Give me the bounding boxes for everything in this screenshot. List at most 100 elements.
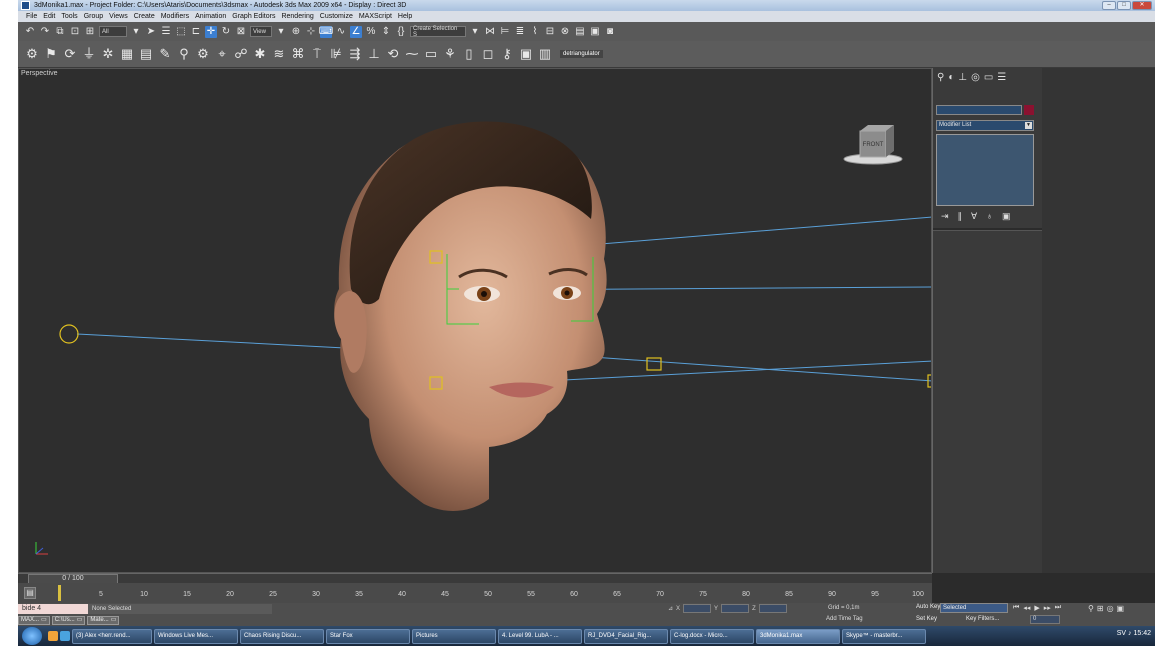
edit-named-selections-icon[interactable]: {} <box>395 26 407 38</box>
menu-tools[interactable]: Tools <box>61 13 77 20</box>
mirror-icon[interactable]: ⋈ <box>484 26 496 38</box>
ref-coord-dropdown[interactable]: View <box>250 26 272 37</box>
maximize-button[interactable]: □ <box>1117 1 1131 10</box>
close-button[interactable]: ✕ <box>1132 1 1152 10</box>
menu-rendering[interactable]: Rendering <box>281 13 313 20</box>
select-and-move-icon[interactable]: ✛ <box>205 25 217 38</box>
menu-customize[interactable]: Customize <box>320 13 353 20</box>
absolute-mode-icon[interactable]: ⊿ <box>668 605 673 612</box>
tool-icon-5[interactable]: ✲ <box>100 46 116 62</box>
menu-graph-editors[interactable]: Graph Editors <box>232 13 275 20</box>
select-and-scale-icon[interactable]: ⊠ <box>235 26 247 38</box>
tool-icon-25[interactable]: ◻ <box>480 46 496 62</box>
hierarchy-tab-icon[interactable]: ⊥ <box>958 72 967 83</box>
link-icon[interactable]: ⧉ <box>54 26 66 38</box>
volume-icon[interactable]: ♪ <box>1128 630 1132 637</box>
material-editor-icon[interactable]: ⊗ <box>559 26 571 38</box>
orbit-icon[interactable]: ◎ <box>1107 604 1114 613</box>
app-icon[interactable] <box>21 1 30 10</box>
open-mini-curve-editor-icon[interactable]: ▤ <box>24 587 36 599</box>
y-coord-field[interactable] <box>721 604 750 613</box>
key-selection-dropdown[interactable]: Selected <box>940 603 1008 613</box>
detriangulator-button[interactable]: detriangulator <box>560 50 603 58</box>
tool-icon-20[interactable]: ⟲ <box>385 46 401 62</box>
tool-icon-24[interactable]: ▯ <box>461 46 477 62</box>
tool-icon-21[interactable]: ⁓ <box>404 46 420 62</box>
tool-icon-27[interactable]: ▣ <box>518 46 534 62</box>
tool-icon-1[interactable]: ⚙ <box>24 46 40 62</box>
spinner-snap-icon[interactable]: ⇕ <box>380 26 392 38</box>
minimize-button[interactable]: – <box>1102 1 1116 10</box>
named-selection-dropdown[interactable]: Create Selection S <box>410 26 466 38</box>
angle-snap-icon[interactable]: ∠ <box>350 25 362 38</box>
pivot-center-icon[interactable]: ⊕ <box>290 26 302 38</box>
dropdown-arrow-icon[interactable]: ▾ <box>469 26 481 38</box>
taskbar-button[interactable]: Windows Live Mes... <box>154 628 238 644</box>
tool-icon-12[interactable]: ☍ <box>233 46 249 62</box>
taskbar-button[interactable]: RJ_DVD4_Facial_Rig... <box>584 628 668 644</box>
redo-icon[interactable]: ↷ <box>39 26 51 38</box>
restore-icon[interactable]: ▭ <box>111 617 117 624</box>
configure-sets-icon[interactable]: ▣ <box>1002 211 1011 222</box>
select-by-name-icon[interactable]: ☰ <box>160 26 172 38</box>
x-coord-field[interactable] <box>683 604 712 613</box>
unlink-icon[interactable]: ⊡ <box>69 26 81 38</box>
zoom-icon[interactable]: ⚲ <box>1088 604 1094 613</box>
go-to-end-icon[interactable]: ⏭ <box>1055 604 1061 612</box>
add-time-tag-button[interactable]: Add Time Tag <box>826 616 863 622</box>
viewcube[interactable]: FRONT <box>842 123 904 167</box>
tool-icon-6[interactable]: ▦ <box>119 46 135 62</box>
rendered-frame-window-icon[interactable]: ▣ <box>589 26 601 38</box>
go-to-start-icon[interactable]: ⏮ <box>1013 604 1019 612</box>
tool-icon-28[interactable]: ▥ <box>537 46 553 62</box>
pin-stack-icon[interactable]: ⇥ <box>941 211 949 222</box>
tool-icon-19[interactable]: ⊥ <box>366 46 382 62</box>
create-tab-icon[interactable]: ⚲ <box>937 72 944 83</box>
dropdown-arrow-icon[interactable]: ▾ <box>130 26 142 38</box>
start-button[interactable] <box>22 627 42 645</box>
language-indicator[interactable]: SV <box>1117 630 1126 637</box>
layer-manager-icon[interactable]: ≣ <box>514 26 526 38</box>
window-crossing-icon[interactable]: ⊏ <box>190 26 202 38</box>
tool-icon-8[interactable]: ✎ <box>157 46 173 62</box>
tool-icon-13[interactable]: ✱ <box>252 46 268 62</box>
previous-frame-icon[interactable]: ◂◂ <box>1023 604 1030 612</box>
menu-edit[interactable]: Edit <box>43 13 55 20</box>
z-coord-field[interactable] <box>758 604 787 613</box>
clock[interactable]: 15:42 <box>1133 630 1151 637</box>
display-tab-icon[interactable]: ▭ <box>984 72 993 83</box>
modifier-stack[interactable] <box>936 134 1034 206</box>
taskbar-button[interactable]: Star Fox <box>326 628 410 644</box>
tool-icon-11[interactable]: ⌖ <box>214 46 230 62</box>
restore-icon[interactable]: ▭ <box>77 617 83 624</box>
tool-icon-10[interactable]: ⚙ <box>195 46 211 62</box>
zoom-all-icon[interactable]: ⊞ <box>1097 604 1104 613</box>
rectangular-selection-icon[interactable]: ⬚ <box>175 26 187 38</box>
current-frame-field[interactable]: 0 <box>1030 615 1060 624</box>
tool-icon-7[interactable]: ▤ <box>138 46 154 62</box>
schematic-view-icon[interactable]: ⊟ <box>544 26 556 38</box>
tool-icon-4[interactable]: ⏚ <box>81 46 97 62</box>
taskbar-button[interactable]: (3) Alex <herr.rend... <box>72 628 152 644</box>
render-production-icon[interactable]: ◙ <box>604 26 616 38</box>
motion-tab-icon[interactable]: ◎ <box>971 72 980 83</box>
perspective-viewport[interactable]: Perspective FRONT <box>18 68 932 573</box>
tool-icon-2[interactable]: ⚑ <box>43 46 59 62</box>
percent-snap-icon[interactable]: % <box>365 26 377 38</box>
modifier-list-dropdown[interactable]: Modifier List ▼ <box>936 120 1034 131</box>
tool-icon-23[interactable]: ⚘ <box>442 46 458 62</box>
tool-icon-9[interactable]: ⚲ <box>176 46 192 62</box>
select-and-rotate-icon[interactable]: ↻ <box>220 26 232 38</box>
taskbar-button[interactable]: Skype™ - masterbr... <box>842 628 926 644</box>
tool-icon-18[interactable]: ⇶ <box>347 46 363 62</box>
select-object-icon[interactable]: ➤ <box>145 26 157 38</box>
tool-icon-26[interactable]: ⚷ <box>499 46 515 62</box>
tool-icon-3[interactable]: ⟳ <box>62 46 78 62</box>
dropdown-arrow-icon[interactable]: ▾ <box>275 26 287 38</box>
auto-key-button[interactable]: Auto Key <box>916 604 940 610</box>
curve-editor-icon[interactable]: ⌇ <box>529 26 541 38</box>
bind-space-warp-icon[interactable]: ⊞ <box>84 26 96 38</box>
render-setup-icon[interactable]: ▤ <box>574 26 586 38</box>
key-filters-button[interactable]: Key Filters... <box>966 616 999 622</box>
menu-modifiers[interactable]: Modifiers <box>161 13 189 20</box>
